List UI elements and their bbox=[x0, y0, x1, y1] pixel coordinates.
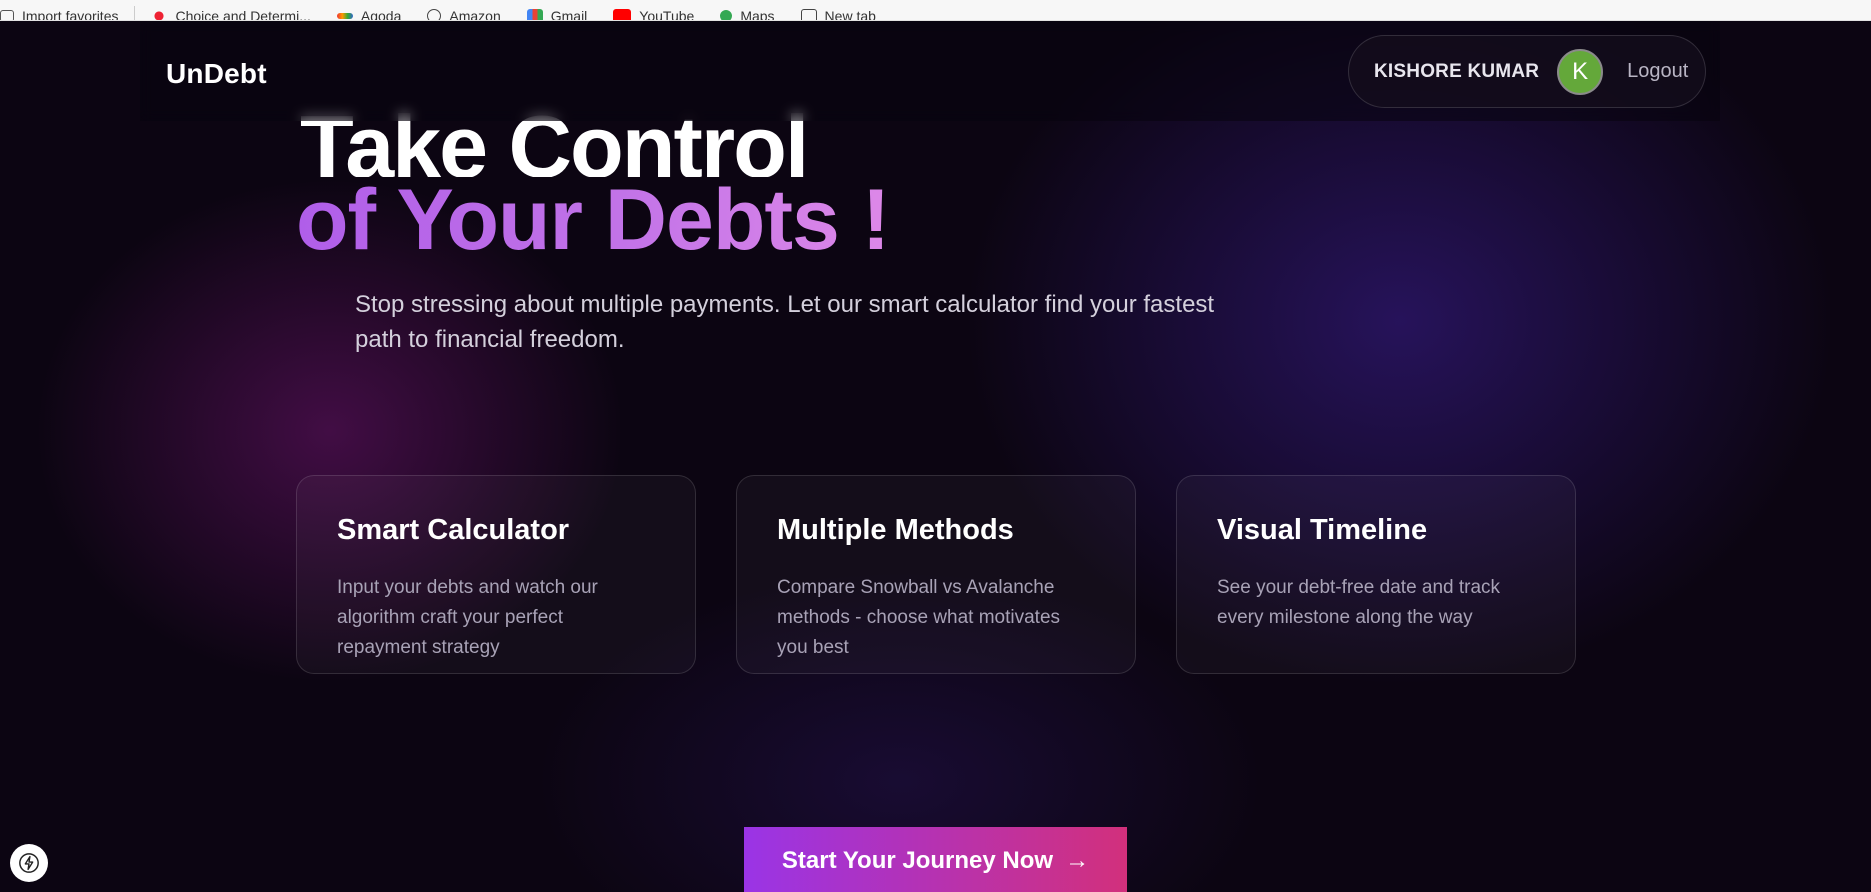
feature-description: See your debt-free date and track every … bbox=[1217, 577, 1501, 628]
bookmark-label: Import favorites bbox=[22, 8, 119, 21]
import-icon bbox=[0, 10, 14, 20]
feature-card-multiple-methods: Multiple Methods Compare Snowball vs Ava… bbox=[736, 475, 1136, 674]
bookmark-icon bbox=[151, 9, 168, 20]
feature-card-visual-timeline: Visual Timeline See your debt-free date … bbox=[1176, 475, 1576, 674]
feature-description: Input your debts and watch our algorithm… bbox=[337, 577, 598, 658]
bookmark-label: YouTube bbox=[639, 8, 695, 21]
bookmark-label: Amazon bbox=[449, 8, 501, 21]
youtube-icon bbox=[613, 9, 632, 20]
bookmark-amazon[interactable]: Amazon bbox=[427, 8, 501, 21]
bookmark-label: Choice and Determi... bbox=[175, 8, 311, 21]
bookmark-label: New tab bbox=[824, 8, 876, 21]
agoda-icon bbox=[336, 13, 353, 19]
logout-button[interactable]: Logout bbox=[1627, 60, 1688, 83]
bookmarks-divider bbox=[134, 6, 136, 20]
bookmark-label: Maps bbox=[740, 8, 775, 21]
bookmark-label: Agoda bbox=[360, 8, 402, 21]
cta-label: Start Your Journey Now bbox=[781, 847, 1054, 874]
feature-title: Multiple Methods bbox=[777, 514, 1014, 546]
new-tab-icon bbox=[800, 9, 817, 20]
bookmark-youtube[interactable]: YouTube bbox=[613, 8, 695, 21]
bookmark-label: Gmail bbox=[550, 8, 588, 21]
bookmark-gmail[interactable]: Gmail bbox=[526, 8, 588, 21]
start-journey-button[interactable]: Start Your Journey Now → bbox=[744, 827, 1127, 892]
hero-title-line2: of Your Debts ! bbox=[296, 172, 890, 268]
feature-title: Smart Calculator bbox=[337, 514, 570, 546]
user-menu: KISHORE KUMAR K Logout bbox=[1348, 35, 1706, 108]
feature-title: Visual Timeline bbox=[1217, 514, 1428, 546]
bookmarks-bar: Import favorites Choice and Determi... A… bbox=[0, 0, 1871, 21]
bookmark-choice[interactable]: Choice and Determi... bbox=[151, 8, 311, 21]
app-logo[interactable]: UnDebt bbox=[166, 58, 267, 90]
bookmark-new-tab[interactable]: New tab bbox=[800, 8, 876, 21]
bookmark-agoda[interactable]: Agoda bbox=[336, 8, 402, 21]
gmail-icon bbox=[526, 9, 543, 20]
user-name: KISHORE KUMAR bbox=[1374, 60, 1540, 82]
maps-icon bbox=[717, 7, 735, 20]
feature-card-smart-calculator: Smart Calculator Input your debts and wa… bbox=[296, 475, 696, 674]
bookmark-maps[interactable]: Maps bbox=[717, 7, 775, 21]
avatar[interactable]: K bbox=[1557, 48, 1604, 95]
globe-icon bbox=[427, 9, 442, 20]
hero-subtitle: Stop stressing about multiple payments. … bbox=[355, 291, 1215, 353]
lightning-icon bbox=[19, 853, 39, 873]
feature-description: Compare Snowball vs Avalanche methods - … bbox=[777, 577, 1061, 658]
arrow-right-icon: → bbox=[1065, 847, 1090, 874]
landing-page: Take Control UnDebt KISHORE KUMAR K Logo… bbox=[0, 21, 1871, 892]
dev-tools-button[interactable] bbox=[10, 844, 48, 882]
bookmark-import-favorites[interactable]: Import favorites bbox=[0, 8, 119, 21]
